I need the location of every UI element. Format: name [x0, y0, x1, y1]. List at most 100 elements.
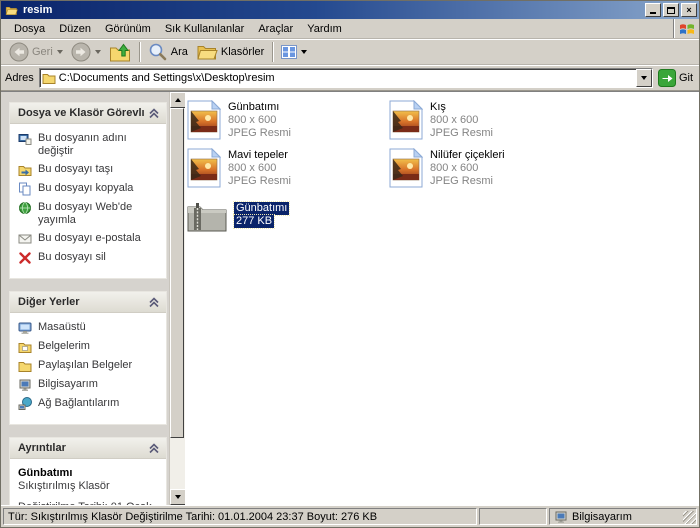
task-label: Bu dosyayı taşı: [38, 163, 113, 176]
jpeg-image-icon: [389, 148, 423, 188]
place-label: Ağ Bağlantılarım: [38, 397, 119, 410]
panel-other-places-header[interactable]: Diğer Yerler: [10, 292, 166, 313]
back-dropdown-icon[interactable]: [57, 50, 63, 54]
file-tile-gunbatimi[interactable]: Günbatımı 800 x 600 JPEG Resmi: [187, 100, 382, 140]
back-button[interactable]: Geri: [5, 40, 67, 64]
menu-yardim[interactable]: Yardım: [300, 21, 349, 37]
task-label: Bu dosyayı Web'de yayımla: [38, 201, 162, 227]
toolbar-separator: [272, 42, 273, 62]
task-label: Bu dosyayı e-postala: [38, 232, 141, 245]
maximize-button[interactable]: [663, 3, 679, 17]
task-copy-file[interactable]: Bu dosyayı kopyala: [18, 182, 162, 196]
place-label: Bilgisayarım: [38, 378, 98, 391]
views-button[interactable]: [277, 40, 311, 64]
collapse-chevron-icon[interactable]: [148, 442, 160, 454]
minimize-icon: [650, 12, 656, 14]
folder-icon: [4, 4, 19, 17]
panel-title: Ayrıntılar: [18, 442, 66, 454]
menu-gorunum[interactable]: Görünüm: [98, 21, 158, 37]
search-button[interactable]: Ara: [144, 40, 192, 64]
go-label: Git: [679, 72, 693, 84]
scrollbar-track[interactable]: [170, 108, 185, 489]
panel-details-header[interactable]: Ayrıntılar: [10, 438, 166, 459]
back-label: Geri: [32, 46, 53, 58]
collapse-chevron-icon[interactable]: [148, 107, 160, 119]
file-tile-kis[interactable]: Kış 800 x 600 JPEG Resmi: [389, 100, 584, 140]
up-button[interactable]: [105, 40, 135, 64]
scrollbar-thumb[interactable]: [170, 108, 184, 438]
computer-icon: [18, 378, 32, 392]
resize-grip[interactable]: [683, 511, 696, 524]
menu-bar: Dosya Düzen Görünüm Sık Kullanılanlar Ar…: [1, 19, 699, 39]
file-dimensions: 800 x 600: [228, 162, 291, 175]
selected-file-name: Günbatımı: [234, 202, 289, 215]
task-label: Bu dosyayı sil: [38, 251, 106, 264]
task-email-file[interactable]: Bu dosyayı e-postala: [18, 232, 162, 246]
documents-folder-icon: [18, 340, 32, 354]
triangle-up-icon: [175, 98, 181, 102]
panel-title: Diğer Yerler: [18, 296, 80, 308]
panel-other-places: Diğer Yerler Masaüstü Belgelerim Paylaşı…: [9, 291, 167, 425]
address-path[interactable]: C:\Documents and Settings\x\Desktop\resi…: [56, 72, 636, 84]
file-type: JPEG Resmi: [430, 175, 505, 188]
place-desktop[interactable]: Masaüstü: [18, 321, 162, 335]
jpeg-image-icon: [187, 148, 221, 188]
file-tile-gunbatimi-zip-selected[interactable]: Günbatımı 277 KB: [187, 200, 382, 232]
address-bar: Adres C:\Documents and Settings\x\Deskto…: [1, 65, 699, 91]
collapse-chevron-icon[interactable]: [148, 296, 160, 308]
folders-button[interactable]: Klasörler: [192, 40, 268, 64]
task-delete-file[interactable]: Bu dosyayı sil: [18, 251, 162, 265]
back-icon: [9, 42, 29, 62]
sidebar: Dosya ve Klasör Görevlı Bu dosyanın adın…: [1, 92, 169, 505]
forward-dropdown-icon[interactable]: [95, 50, 101, 54]
menu-duzen[interactable]: Düzen: [52, 21, 98, 37]
place-shared-documents[interactable]: Paylaşılan Belgeler: [18, 359, 162, 373]
go-button[interactable]: Git: [658, 69, 695, 87]
search-label: Ara: [171, 46, 188, 58]
title-bar[interactable]: resim ×: [1, 1, 699, 19]
scroll-down-button[interactable]: [170, 489, 186, 505]
file-dimensions: 800 x 600: [430, 114, 493, 127]
file-name: Mavi tepeler: [228, 149, 291, 162]
file-name: Günbatımı: [228, 101, 291, 114]
status-zone-label: Bilgisayarım: [572, 511, 632, 523]
task-move-file[interactable]: Bu dosyayı taşı: [18, 163, 162, 177]
sidebar-scrollbar[interactable]: [169, 92, 185, 505]
status-zone: Bilgisayarım: [549, 508, 697, 525]
panel-file-tasks-header[interactable]: Dosya ve Klasör Görevlı: [10, 103, 166, 124]
file-tile-nilufer[interactable]: Nilüfer çiçekleri 800 x 600 JPEG Resmi: [389, 148, 584, 188]
address-input[interactable]: C:\Documents and Settings\x\Desktop\resi…: [39, 68, 653, 88]
folders-icon: [196, 41, 218, 63]
views-dropdown-icon[interactable]: [301, 50, 307, 54]
place-my-computer[interactable]: Bilgisayarım: [18, 378, 162, 392]
status-empty-section: [479, 508, 547, 525]
scroll-up-button[interactable]: [170, 92, 186, 108]
desktop-icon: [18, 321, 32, 335]
address-folder-icon: [42, 71, 56, 85]
move-icon: [18, 163, 32, 177]
maximize-icon: [667, 7, 675, 14]
minimize-button[interactable]: [645, 3, 661, 17]
place-my-documents[interactable]: Belgelerim: [18, 340, 162, 354]
task-publish-file[interactable]: Bu dosyayı Web'de yayımla: [18, 201, 162, 227]
file-dimensions: 800 x 600: [430, 162, 505, 175]
task-label: Bu dosyayı kopyala: [38, 182, 133, 195]
panel-file-tasks: Dosya ve Klasör Görevlı Bu dosyanın adın…: [9, 102, 167, 279]
menu-araclar[interactable]: Araçlar: [251, 21, 300, 37]
file-tile-mavi-tepeler[interactable]: Mavi tepeler 800 x 600 JPEG Resmi: [187, 148, 382, 188]
menu-sik-kullanilanlar[interactable]: Sık Kullanılanlar: [158, 21, 252, 37]
place-network[interactable]: Ağ Bağlantılarım: [18, 397, 162, 411]
panel-title: Dosya ve Klasör Görevlı: [18, 107, 145, 119]
forward-button[interactable]: [67, 40, 105, 64]
forward-icon: [71, 42, 91, 62]
zip-folder-icon: [187, 200, 227, 232]
close-button[interactable]: ×: [681, 3, 697, 17]
close-icon: ×: [686, 6, 691, 15]
task-rename-file[interactable]: Bu dosyanın adını değiştir: [18, 132, 162, 158]
file-list-area[interactable]: Günbatımı 800 x 600 JPEG Resmi Kış 800 x…: [185, 92, 699, 505]
network-icon: [18, 397, 32, 411]
folders-label: Klasörler: [221, 46, 264, 58]
address-dropdown-button[interactable]: [636, 69, 652, 87]
envelope-icon: [18, 232, 32, 246]
menu-dosya[interactable]: Dosya: [7, 21, 52, 37]
